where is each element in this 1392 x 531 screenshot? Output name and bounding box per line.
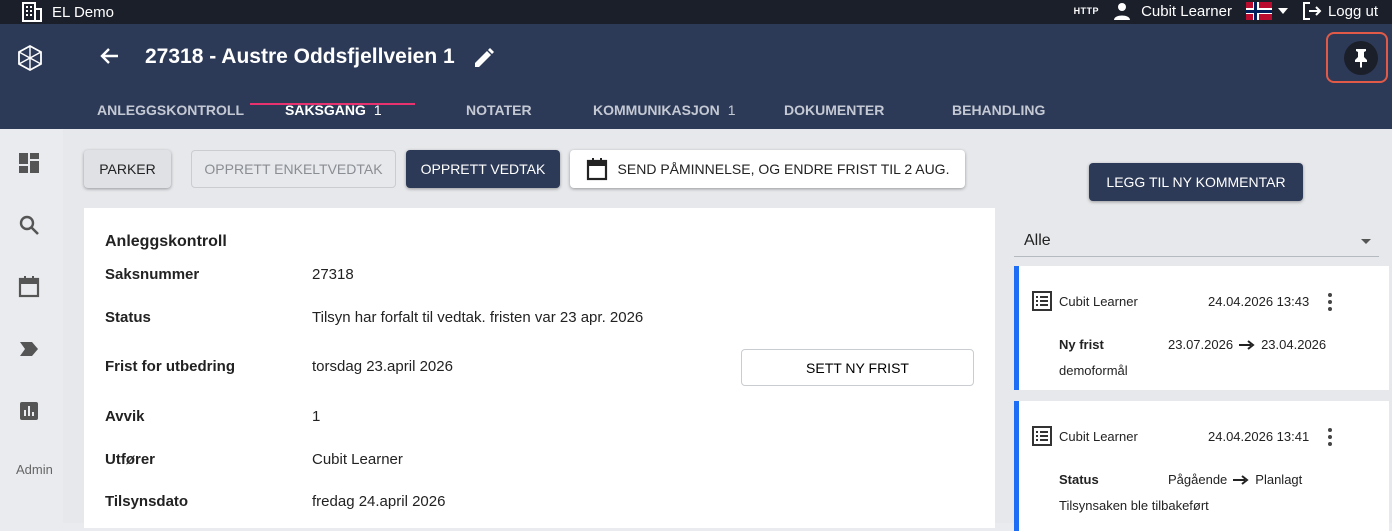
- field-value: 1: [312, 408, 321, 425]
- field-label: Frist for utbedring: [105, 358, 235, 375]
- tab-badge: 1: [727, 102, 736, 118]
- field-value: fredag 24.april 2026: [312, 493, 446, 510]
- log-from: 23.07.2026: [1168, 337, 1234, 352]
- http-indicator: HTTP: [1073, 6, 1100, 16]
- field-value: torsdag 23.april 2026: [312, 358, 453, 375]
- tab-label: KOMMUNIKASJON: [593, 102, 720, 118]
- log-description: Tilsynsaken ble tilbakeført: [1059, 498, 1209, 513]
- list-icon: [1032, 426, 1052, 446]
- app-switcher[interactable]: EL Demo: [22, 2, 114, 22]
- user-menu[interactable]: Cubit Learner: [1113, 2, 1232, 20]
- log-description: demoformål: [1059, 363, 1128, 378]
- admin-link[interactable]: Admin: [16, 462, 53, 477]
- log-entry: Cubit Learner 24.04.2026 13:43 Ny frist …: [1014, 266, 1389, 390]
- opprett-vedtak-button[interactable]: OPPRETT VEDTAK: [406, 150, 560, 188]
- app-name: EL Demo: [52, 3, 114, 21]
- tab-notater[interactable]: NOTATER: [466, 102, 532, 118]
- page-header: 27318 - Austre Oddsfjellveien 1 ANLEGGSK…: [0, 24, 1392, 129]
- label-icon[interactable]: [17, 337, 41, 361]
- user-name: Cubit Learner: [1141, 2, 1232, 20]
- log-timestamp: 24.04.2026 13:41: [1208, 429, 1310, 444]
- building-icon: [22, 2, 42, 22]
- log-to: 23.04.2026: [1261, 337, 1327, 352]
- arrow-right-icon: [1233, 474, 1249, 485]
- logout-label: Logg ut: [1327, 2, 1378, 20]
- opprett-enkeltvedtak-button[interactable]: OPPRETT ENKELTVEDTAK: [191, 150, 396, 188]
- tab-label: BEHANDLING: [952, 102, 1046, 118]
- tab-kommunikasjon[interactable]: KOMMUNIKASJON 1: [593, 102, 736, 118]
- field-label: Utfører: [105, 451, 156, 468]
- search-icon[interactable]: [17, 213, 41, 237]
- log-change: 23.07.2026 23.04.2026: [1168, 337, 1326, 352]
- log-field: Status: [1059, 472, 1099, 487]
- chart-icon[interactable]: [17, 399, 41, 423]
- top-bar: EL Demo HTTP Cubit Learner Logg ut: [0, 0, 1392, 24]
- tab-label: NOTATER: [466, 102, 532, 118]
- main-content: PARKER OPPRETT ENKELTVEDTAK OPPRETT VEDT…: [63, 129, 1392, 531]
- active-tab-indicator: [250, 103, 415, 105]
- logout-button[interactable]: Logg ut: [1302, 2, 1378, 20]
- app-logo-icon[interactable]: [16, 44, 44, 72]
- norway-flag-icon: [1245, 2, 1272, 20]
- sett-ny-frist-button[interactable]: SETT NY FRIST: [741, 349, 974, 386]
- arrow-right-icon: [1239, 339, 1255, 350]
- field-label: Status: [105, 309, 151, 326]
- calendar-icon[interactable]: [17, 275, 41, 299]
- language-selector[interactable]: [1245, 2, 1288, 20]
- more-vert-icon[interactable]: [1324, 291, 1336, 313]
- logout-icon: [1302, 2, 1322, 20]
- filter-value: Alle: [1024, 232, 1051, 249]
- send-reminder-button[interactable]: SEND PÅMINNELSE, OG ENDRE FRIST TIL 2 AU…: [570, 150, 965, 188]
- field-value: Cubit Learner: [312, 451, 403, 468]
- log-field: Ny frist: [1059, 337, 1104, 352]
- field-label: Avvik: [105, 408, 145, 425]
- send-reminder-label: SEND PÅMINNELSE, OG ENDRE FRIST TIL 2 AU…: [617, 161, 950, 177]
- section-heading: Anleggskontroll: [105, 233, 227, 250]
- field-value: Tilsyn har forfalt til vedtak. fristen v…: [312, 309, 644, 326]
- log-from: Pågående: [1168, 472, 1228, 487]
- back-arrow-icon[interactable]: [98, 44, 122, 68]
- tab-label: ANLEGGSKONTROLL: [97, 102, 244, 118]
- more-vert-icon[interactable]: [1324, 426, 1336, 448]
- chevron-down-icon: [1277, 8, 1288, 14]
- sidebar: Admin: [0, 129, 63, 523]
- dropdown-caret-icon: [1361, 239, 1371, 244]
- tab-dokumenter[interactable]: DOKUMENTER: [784, 102, 884, 118]
- log-to: Planlagt: [1255, 472, 1303, 487]
- edit-pencil-icon[interactable]: [472, 46, 496, 70]
- tab-label: DOKUMENTER: [784, 102, 885, 118]
- log-entry: Cubit Learner 24.04.2026 13:41 Status På…: [1014, 401, 1389, 531]
- person-icon: [1114, 3, 1131, 20]
- pin-icon: [1355, 49, 1367, 68]
- log-user: Cubit Learner: [1059, 429, 1138, 444]
- pin-highlight: [1326, 32, 1388, 83]
- tab-behandling[interactable]: BEHANDLING: [952, 102, 1045, 118]
- field-value: 27318: [312, 266, 354, 283]
- dashboard-icon[interactable]: [17, 151, 41, 175]
- tab-anleggskontroll[interactable]: ANLEGGSKONTROLL: [97, 102, 244, 118]
- log-timestamp: 24.04.2026 13:43: [1208, 294, 1310, 309]
- add-comment-button[interactable]: LEGG TIL NY KOMMENTAR: [1089, 163, 1303, 201]
- details-card: Anleggskontroll Saksnummer 27318 Status …: [84, 208, 995, 528]
- log-filter-select[interactable]: Alle: [1014, 225, 1379, 257]
- field-label: Tilsynsdato: [105, 493, 189, 510]
- calendar-icon: [586, 158, 607, 181]
- log-user: Cubit Learner: [1059, 294, 1138, 309]
- log-change: Pågående Planlagt: [1168, 472, 1302, 487]
- tab-bar: ANLEGGSKONTROLL SAKSGANG 1 NOTATER KOMMUN…: [0, 98, 1392, 129]
- pin-button[interactable]: [1344, 41, 1378, 75]
- field-label: Saksnummer: [105, 266, 200, 283]
- page-title: 27318 - Austre Oddsfjellveien 1: [145, 45, 455, 68]
- parker-button[interactable]: PARKER: [84, 150, 171, 188]
- list-icon: [1032, 291, 1052, 311]
